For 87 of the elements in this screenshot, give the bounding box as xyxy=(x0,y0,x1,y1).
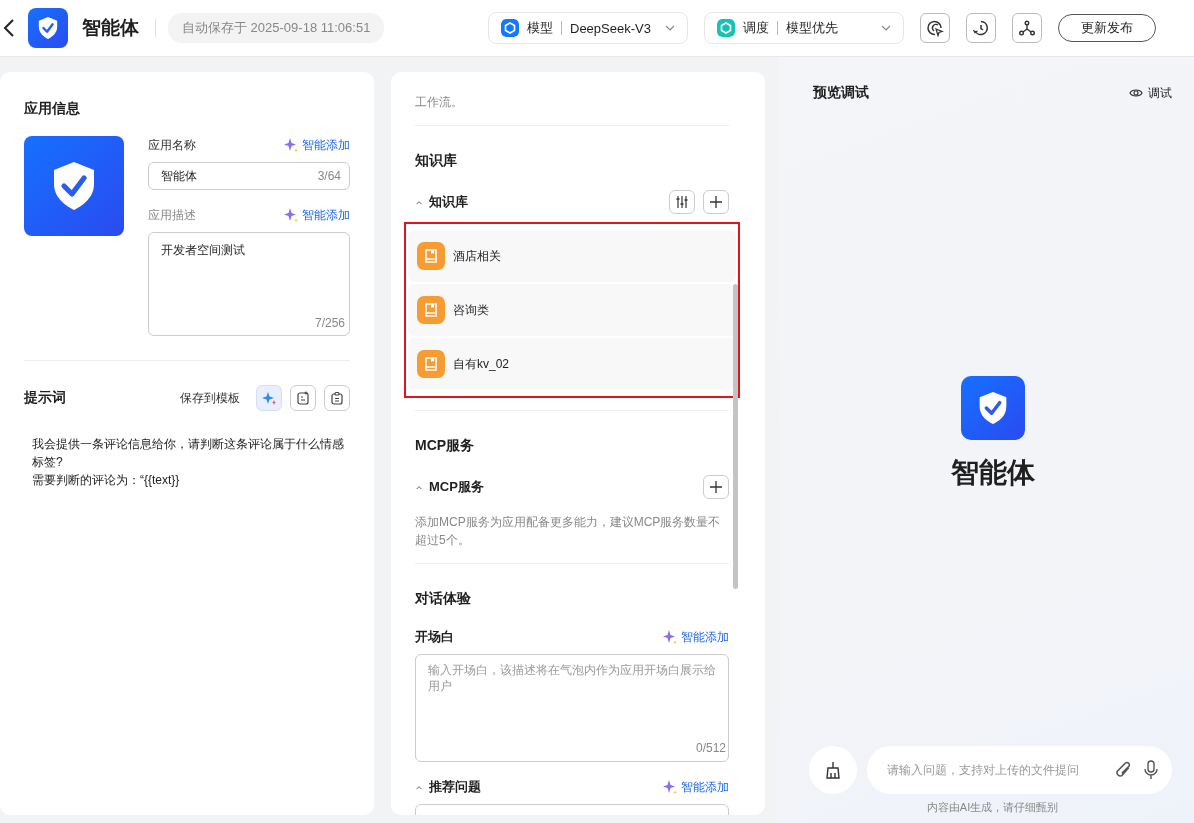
sparkle-icon xyxy=(663,630,677,644)
plus-icon xyxy=(709,195,723,209)
model-icon xyxy=(501,19,519,37)
description-field[interactable]: 开发者空间测试 7/256 xyxy=(148,232,350,336)
chevron-down-icon xyxy=(665,25,675,31)
smart-add-link[interactable]: 智能添加 xyxy=(284,206,350,224)
input-value: 智能体 xyxy=(161,167,197,185)
char-counter: 7/256 xyxy=(314,316,345,330)
name-input-field[interactable]: 智能体 3/64 xyxy=(148,162,350,190)
disclaimer-text: 内容由AI生成，请仔细甄别 xyxy=(925,800,1060,815)
publish-button[interactable]: 更新发布 xyxy=(1058,14,1156,42)
opening-text-field[interactable]: 输入开场白，该描述将在气泡内作为应用开场白展示给用户 0/512 xyxy=(415,654,729,762)
clear-chat-button[interactable] xyxy=(809,746,857,794)
knowledge-name: 自有kv_02 xyxy=(453,355,510,373)
section-description: 工作流。 xyxy=(415,94,464,111)
insert-template-button[interactable] xyxy=(290,385,316,411)
prompt-text: 我会提供一条评论信息给你，请判断这条评论属于什么情感标签? 需要判断的评论为：“{{text}} xyxy=(32,436,345,489)
section-title: 提示词 xyxy=(24,389,67,407)
char-counter: 0/512 xyxy=(695,740,726,756)
toolbar-button[interactable] xyxy=(1012,13,1042,43)
collapse-toggle[interactable]: MCP服务 xyxy=(415,478,695,496)
book-icon xyxy=(417,296,445,324)
dropdown-select[interactable]: 调度 模型优先 xyxy=(704,12,904,44)
plus-icon xyxy=(709,480,723,494)
chevron-down-icon xyxy=(881,25,891,31)
field-label: 应用名称 xyxy=(148,136,196,154)
caret-icon xyxy=(415,784,423,790)
field-label: 应用描述 xyxy=(148,206,196,224)
sparkle-icon xyxy=(262,391,276,405)
dropdown-select[interactable]: 模型 DeepSeek-V3 xyxy=(488,12,688,44)
agent-name: 智能体 xyxy=(950,456,1035,490)
paperclip-icon xyxy=(1114,760,1132,780)
knowledge-name: 咨询类 xyxy=(453,301,489,319)
char-counter: 3/64 xyxy=(317,169,341,183)
knowledge-item[interactable]: 咨询类 xyxy=(408,284,736,336)
collapse-toggle[interactable]: 知识库 xyxy=(415,193,661,211)
ai-optimize-button[interactable] xyxy=(256,385,282,411)
knowledge-item[interactable]: 自有kv_02 xyxy=(408,338,736,390)
section-title: 应用信息 xyxy=(24,100,81,118)
preview-title: 预览调试 xyxy=(813,84,869,102)
book-icon xyxy=(417,242,445,270)
clipboard-icon xyxy=(330,391,344,405)
settings-button[interactable] xyxy=(669,190,695,214)
chat-input-field[interactable]: 请输入问题，支持对上传的文件提问 xyxy=(867,746,1172,794)
toolbar-button[interactable] xyxy=(966,13,996,43)
shield-icon xyxy=(37,16,59,40)
debug-button[interactable]: 调试 xyxy=(1129,84,1172,102)
document-add-icon xyxy=(296,391,310,405)
toolbar-button[interactable] xyxy=(920,13,950,43)
book-icon xyxy=(417,350,445,378)
field-label: 开场白 xyxy=(415,628,454,646)
microphone-icon xyxy=(1142,760,1160,780)
knowledge-item[interactable]: 酒店相关 xyxy=(408,230,736,282)
caret-icon xyxy=(415,484,423,490)
sparkle-icon xyxy=(284,138,298,152)
add-button[interactable] xyxy=(703,190,729,214)
select-value: 模型优先 xyxy=(786,19,839,37)
collapse-toggle[interactable]: 推荐问题 xyxy=(415,778,663,796)
eye-icon xyxy=(1129,87,1143,99)
select-value: DeepSeek-V3 xyxy=(570,20,652,36)
app-title: 智能体 xyxy=(82,16,139,40)
sparkle-icon xyxy=(284,208,298,222)
scrollbar-thumb[interactable] xyxy=(733,284,738,589)
section-title: 对话体验 xyxy=(415,590,472,608)
schedule-icon xyxy=(717,19,735,37)
placeholder-text: 输入开场白，该描述将在气泡内作为应用开场白展示给用户 xyxy=(428,662,716,694)
smart-add-link[interactable]: 智能添加 xyxy=(663,778,729,796)
smart-add-link[interactable]: 智能添加 xyxy=(284,136,350,154)
autosave-status: 自动保存于 2025-09-18 11:06:51 xyxy=(168,13,385,43)
sparkle-icon xyxy=(663,780,677,794)
section-title: 知识库 xyxy=(415,152,458,170)
smart-add-link[interactable]: 智能添加 xyxy=(663,628,729,646)
add-button[interactable] xyxy=(703,475,729,499)
knowledge-name: 酒店相关 xyxy=(453,247,501,265)
section-title: MCP服务 xyxy=(415,437,476,455)
history-icon xyxy=(972,19,990,37)
run-debug-icon xyxy=(926,19,944,37)
section-description: 添加MCP服务为应用配备更多能力，建议MCP服务数量不超过5个。 xyxy=(415,514,722,549)
save-template-link[interactable]: 保存到模板 xyxy=(180,389,240,407)
input-value: 开发者空间测试 xyxy=(161,242,246,259)
broom-icon xyxy=(824,761,842,779)
select-label: 模型 xyxy=(527,21,562,35)
caret-icon xyxy=(415,199,423,205)
select-label: 调度 xyxy=(743,21,778,35)
clipboard-button[interactable] xyxy=(324,385,350,411)
sliders-icon xyxy=(675,195,689,209)
network-icon xyxy=(1018,19,1036,37)
